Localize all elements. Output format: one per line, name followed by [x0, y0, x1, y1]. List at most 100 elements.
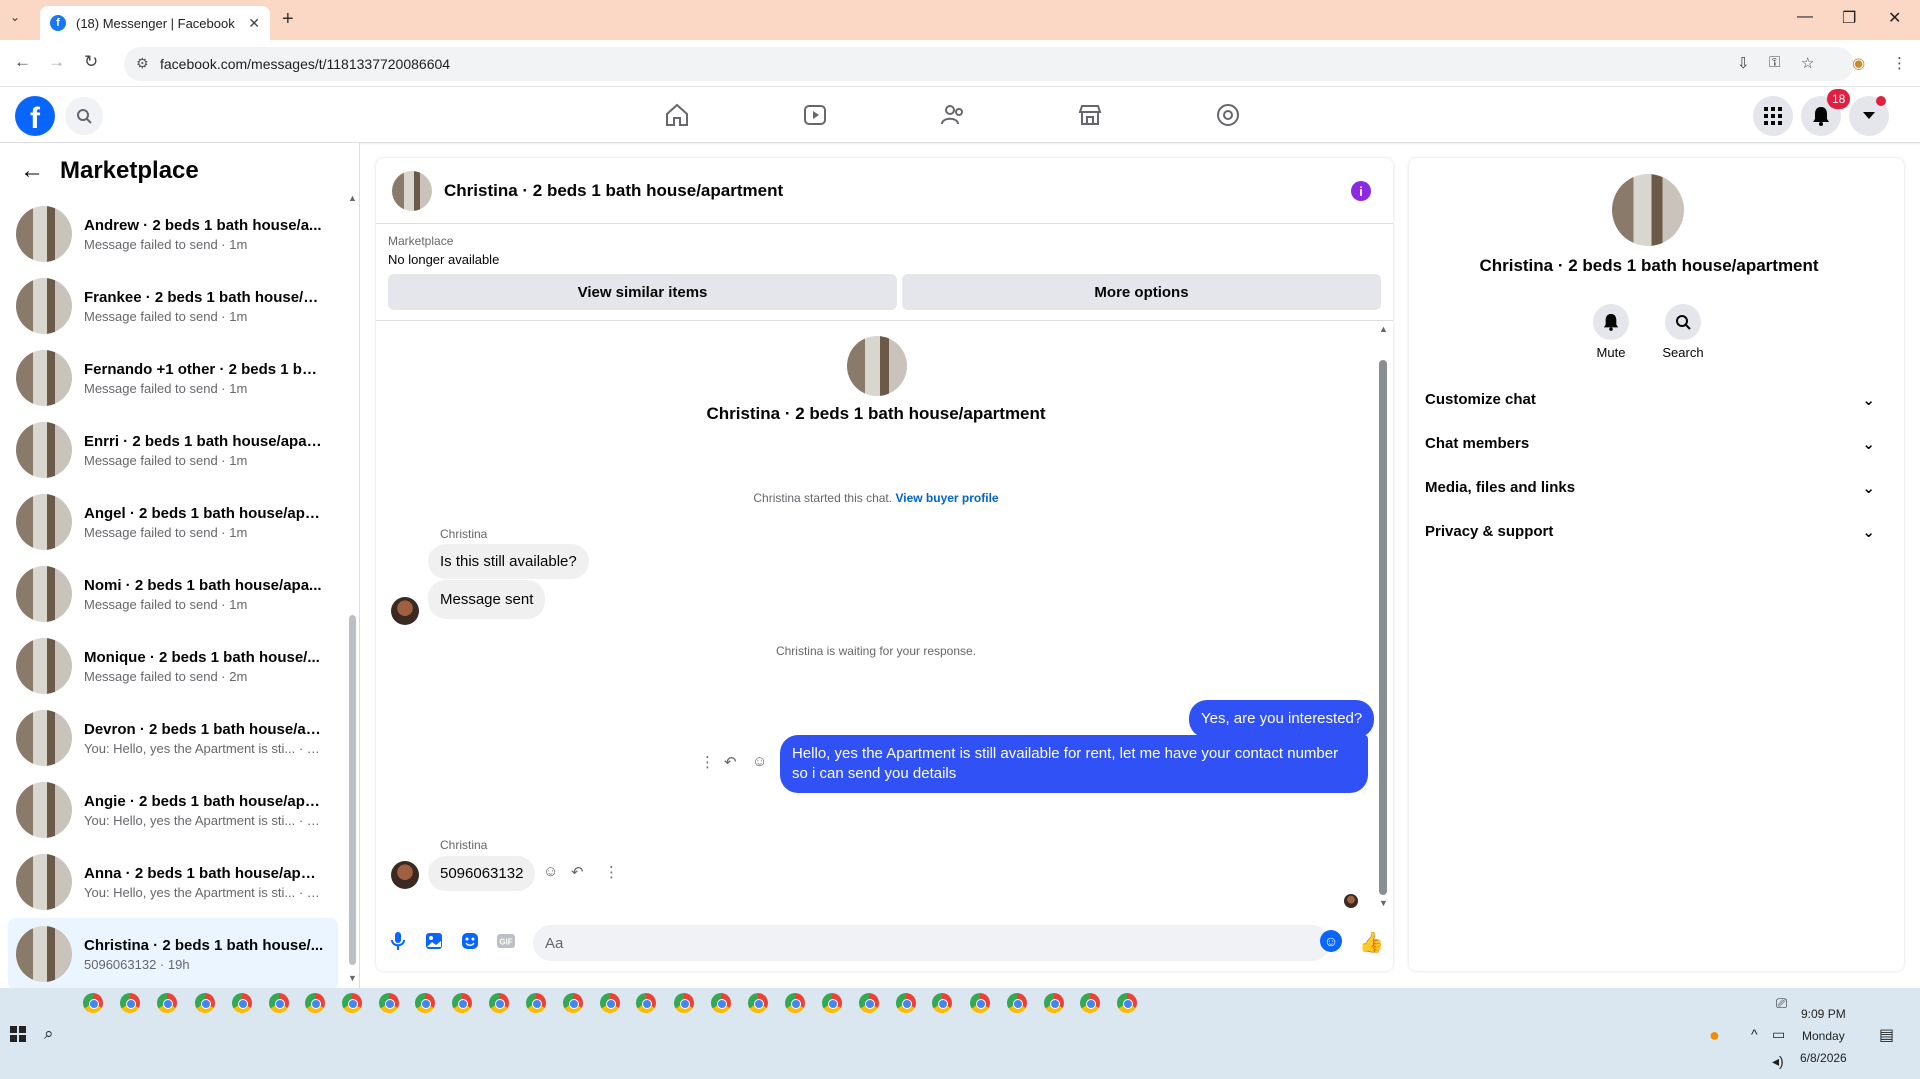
browser-menu-icon[interactable]: ⋮: [1892, 54, 1907, 72]
new-tab-icon[interactable]: +: [282, 8, 294, 31]
taskbar-app-icon[interactable]: [1044, 993, 1064, 1013]
message-input[interactable]: Aa: [533, 925, 1330, 961]
conversation-item[interactable]: Enrri · 2 beds 1 bath house/apart... Mess…: [8, 414, 338, 486]
taskbar-app-icon[interactable]: [859, 993, 879, 1013]
show-hidden-icons-icon[interactable]: ^: [1751, 1026, 1758, 1042]
emoji-icon[interactable]: ☺: [1320, 930, 1342, 952]
taskbar-app-icon[interactable]: [120, 993, 140, 1013]
gaming-icon[interactable]: [1212, 100, 1244, 130]
search-button[interactable]: [65, 97, 103, 135]
gif-icon[interactable]: GIF: [495, 930, 517, 952]
taskbar-app-icon[interactable]: [896, 993, 916, 1013]
taskbar-app-icon[interactable]: [711, 993, 731, 1013]
chat-avatar[interactable]: [392, 170, 432, 211]
details-avatar[interactable]: [1612, 174, 1684, 246]
conversation-item[interactable]: Andrew · 2 beds 1 bath house/a... Message…: [8, 198, 338, 270]
taskbar-app-icon[interactable]: [1080, 993, 1100, 1013]
taskbar-search-icon[interactable]: ⌕: [44, 1024, 54, 1044]
conversation-item[interactable]: Christina · 2 beds 1 bath house/... 50960…: [8, 918, 338, 990]
privacy-support-section[interactable]: Privacy & support ⌄: [1425, 523, 1875, 541]
view-buyer-profile-link[interactable]: View buyer profile: [895, 491, 998, 505]
browser-tab[interactable]: f (18) Messenger | Facebook ✕: [40, 6, 270, 40]
customize-chat-section[interactable]: Customize chat ⌄: [1425, 391, 1875, 409]
sidebar-scrollbar[interactable]: [349, 615, 356, 965]
windows-start-icon[interactable]: [10, 1026, 26, 1042]
photo-icon[interactable]: [423, 930, 445, 952]
taskbar-app-icon[interactable]: [232, 993, 252, 1013]
profile-icon[interactable]: ◉: [1852, 54, 1865, 72]
taskbar-app-icon[interactable]: [748, 993, 768, 1013]
site-info-icon[interactable]: ⚙: [136, 55, 149, 72]
search-in-chat-button[interactable]: [1665, 304, 1701, 340]
info-icon[interactable]: i: [1351, 181, 1371, 201]
taskbar-app-icon[interactable]: [970, 993, 990, 1013]
outgoing-message[interactable]: Yes, are you interested?: [1189, 700, 1375, 738]
sender-avatar[interactable]: [391, 597, 419, 625]
close-window-icon[interactable]: ✕: [1888, 8, 1901, 28]
sticker-icon[interactable]: [459, 930, 481, 952]
media-files-links-section[interactable]: Media, files and links ⌄: [1425, 479, 1875, 497]
reply-icon[interactable]: ↶: [571, 863, 584, 881]
chat-scroll-up-icon[interactable]: ▲: [1379, 324, 1388, 334]
outgoing-message[interactable]: Hello, yes the Apartment is still availa…: [780, 735, 1368, 793]
taskbar-app-icon[interactable]: [563, 993, 583, 1013]
taskbar-app-icon[interactable]: [305, 993, 325, 1013]
taskbar-app-icon[interactable]: [342, 993, 362, 1013]
taskbar-app-icon[interactable]: [1007, 993, 1027, 1013]
sender-avatar[interactable]: [391, 861, 419, 889]
taskbar-app-icon[interactable]: [269, 993, 289, 1013]
notification-center-icon[interactable]: ▤: [1879, 1025, 1894, 1045]
menu-grid-icon[interactable]: [1753, 96, 1793, 136]
bookmark-star-icon[interactable]: ☆: [1801, 54, 1814, 72]
incoming-message[interactable]: Is this still available?: [428, 544, 589, 579]
conversation-item[interactable]: Anna · 2 beds 1 bath house/apar... You: H…: [8, 846, 338, 918]
conversation-item[interactable]: Monique · 2 beds 1 bath house/... Message…: [8, 630, 338, 702]
conversation-item[interactable]: Angel · 2 beds 1 bath house/apa... Messag…: [8, 486, 338, 558]
network-icon[interactable]: ▭: [1772, 1026, 1785, 1043]
display-icon[interactable]: ⎚: [1776, 995, 1787, 1012]
mute-button[interactable]: [1593, 304, 1629, 340]
friends-icon[interactable]: [937, 100, 969, 130]
taskbar-app-icon[interactable]: [932, 993, 952, 1013]
taskbar-app-icon[interactable]: [157, 993, 177, 1013]
restore-icon[interactable]: ❐: [1842, 8, 1856, 28]
taskbar-app-icon[interactable]: [489, 993, 509, 1013]
conversation-item[interactable]: Fernando +1 other · 2 beds 1 bat... Messa…: [8, 342, 338, 414]
taskbar-app-icon[interactable]: [600, 993, 620, 1013]
facebook-logo-icon[interactable]: f: [15, 96, 55, 136]
forward-icon[interactable]: →: [48, 52, 65, 72]
conversation-item[interactable]: Nomi · 2 beds 1 bath house/apa... Message…: [8, 558, 338, 630]
app-notification-icon[interactable]: ●: [1709, 1025, 1720, 1046]
view-similar-items-button[interactable]: View similar items: [388, 274, 897, 310]
chat-members-section[interactable]: Chat members ⌄: [1425, 435, 1875, 453]
more-actions-icon[interactable]: ⋮: [604, 863, 619, 881]
taskbar-app-icon[interactable]: [379, 993, 399, 1013]
back-icon[interactable]: ←: [14, 52, 31, 72]
chat-profile-avatar[interactable]: [847, 336, 907, 396]
reload-icon[interactable]: ↻: [84, 52, 98, 72]
more-actions-icon[interactable]: ⋮: [700, 753, 715, 771]
taskbar-app-icon[interactable]: [636, 993, 656, 1013]
volume-icon[interactable]: ◂): [1772, 1053, 1784, 1070]
taskbar-app-icon[interactable]: [526, 993, 546, 1013]
react-emoji-icon[interactable]: ☺: [752, 753, 767, 770]
incoming-message[interactable]: Message sent: [428, 580, 546, 619]
tab-search-chevron-icon[interactable]: ⌄: [10, 10, 20, 24]
minimize-icon[interactable]: —: [1797, 8, 1813, 26]
conversation-item[interactable]: Devron · 2 beds 1 bath house/ap... You: H…: [8, 702, 338, 774]
taskbar-app-icon[interactable]: [415, 993, 435, 1013]
password-key-icon[interactable]: ⚿: [1769, 54, 1780, 71]
install-app-icon[interactable]: ⇩: [1737, 54, 1750, 72]
home-icon[interactable]: [661, 100, 693, 130]
taskbar-app-icon[interactable]: [83, 993, 103, 1013]
react-emoji-icon[interactable]: ☺: [543, 863, 558, 880]
chat-scroll-down-icon[interactable]: ▼: [1379, 898, 1388, 908]
taskbar-app-icon[interactable]: [195, 993, 215, 1013]
conversation-item[interactable]: Angie · 2 beds 1 bath house/apa... You: H…: [8, 774, 338, 846]
taskbar-app-icon[interactable]: [452, 993, 472, 1013]
taskbar-app-icon[interactable]: [822, 993, 842, 1013]
taskbar-app-icon[interactable]: [674, 993, 694, 1013]
address-bar[interactable]: ⚙ facebook.com/messages/t/11813377200866…: [124, 47, 1854, 81]
chat-title[interactable]: Christina · 2 beds 1 bath house/apartmen…: [444, 181, 783, 201]
marketplace-icon[interactable]: [1074, 100, 1106, 130]
